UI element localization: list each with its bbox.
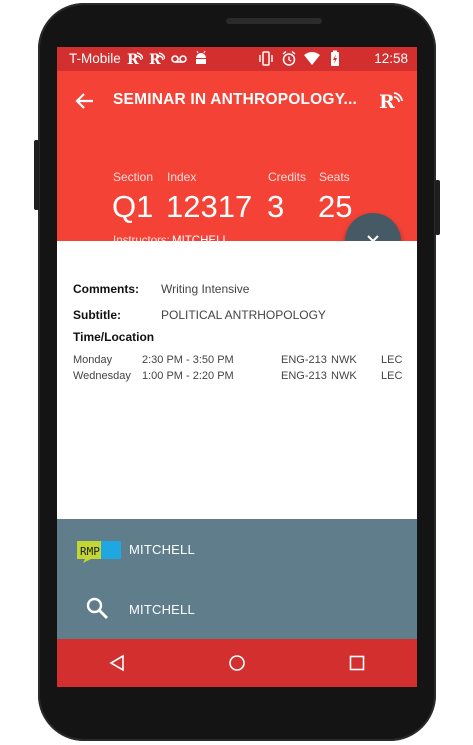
schedule-time: 2:30 PM - 3:50 PM bbox=[142, 354, 234, 366]
nav-home-button[interactable] bbox=[217, 643, 257, 683]
credits-label: Credits bbox=[268, 170, 307, 184]
schedule-type: LEC bbox=[381, 354, 403, 366]
schedule-room: ENG-213 bbox=[281, 370, 327, 382]
search-icon bbox=[86, 597, 108, 619]
comments-label: Comments: bbox=[73, 282, 140, 296]
nav-recents-button[interactable] bbox=[337, 643, 377, 683]
battery-icon bbox=[331, 50, 339, 66]
index-value: 12317 bbox=[166, 189, 253, 224]
schedule-room: ENG-213 bbox=[281, 354, 327, 366]
subtitle-value: POLITICAL ANTRHOPOLOGY bbox=[161, 308, 326, 322]
credits-value: 3 bbox=[267, 189, 285, 224]
schedule-type: LEC bbox=[381, 370, 403, 382]
phone-speaker bbox=[226, 18, 322, 24]
rmp-logo-text: RMP bbox=[80, 545, 100, 558]
rutgers-icon: R bbox=[127, 52, 143, 67]
rutgers-logo-icon[interactable]: R bbox=[379, 88, 403, 112]
carrier-name: T-Mobile bbox=[69, 51, 121, 66]
nav-home-icon bbox=[229, 655, 245, 671]
schedule-campus: NWK bbox=[331, 370, 357, 382]
nav-back-icon bbox=[109, 654, 124, 672]
seats-label: Seats bbox=[319, 170, 350, 184]
android-icon bbox=[196, 50, 206, 64]
voicemail-icon bbox=[171, 55, 187, 63]
seats-value: 25 bbox=[318, 189, 353, 224]
section-value: Q1 bbox=[112, 189, 154, 224]
schedule-day: Wednesday bbox=[73, 370, 131, 382]
search-instructor-label[interactable]: MITCHELL bbox=[129, 602, 195, 617]
rmp-logo-icon: RMP bbox=[77, 541, 121, 563]
status-bar: T-Mobile R R 12:58 bbox=[57, 47, 417, 71]
schedule-day: Monday bbox=[73, 354, 113, 366]
schedule-campus: NWK bbox=[331, 354, 357, 366]
course-details: Comments: Writing Intensive Subtitle: PO… bbox=[57, 241, 417, 519]
system-nav-bar bbox=[57, 639, 417, 687]
app-screen: T-Mobile R R 12:58 SEMINAR IN ANTHROPOLO… bbox=[57, 47, 417, 687]
nav-back-button[interactable] bbox=[97, 643, 137, 683]
rutgers-icon: R bbox=[149, 52, 165, 67]
svg-text:R: R bbox=[127, 52, 139, 67]
section-label: Section bbox=[113, 170, 154, 184]
status-icons-left: R R bbox=[127, 50, 209, 67]
svg-text:R: R bbox=[149, 52, 161, 67]
back-arrow-icon[interactable] bbox=[73, 89, 97, 113]
nav-recents-icon bbox=[349, 655, 365, 671]
wifi-icon bbox=[304, 52, 320, 65]
comments-value: Writing Intensive bbox=[161, 282, 250, 296]
schedule-time: 1:00 PM - 2:20 PM bbox=[142, 370, 234, 382]
alarm-icon bbox=[282, 50, 296, 66]
vibrate-icon bbox=[259, 51, 273, 66]
page-title: SEMINAR IN ANTHROPOLOGY... bbox=[113, 91, 358, 108]
status-clock: 12:58 bbox=[374, 51, 408, 66]
subtitle-label: Subtitle: bbox=[73, 308, 121, 322]
index-label: Index bbox=[167, 170, 197, 184]
time-location-label: Time/Location bbox=[73, 330, 155, 344]
instructor-actions-panel: RMP MITCHELL MITCHELL bbox=[57, 519, 417, 639]
rmp-instructor-label[interactable]: MITCHELL bbox=[129, 542, 195, 557]
status-icons-right bbox=[258, 50, 343, 67]
phone-power-button bbox=[435, 180, 440, 235]
phone-volume-button bbox=[34, 140, 39, 210]
svg-text:R: R bbox=[379, 91, 395, 112]
